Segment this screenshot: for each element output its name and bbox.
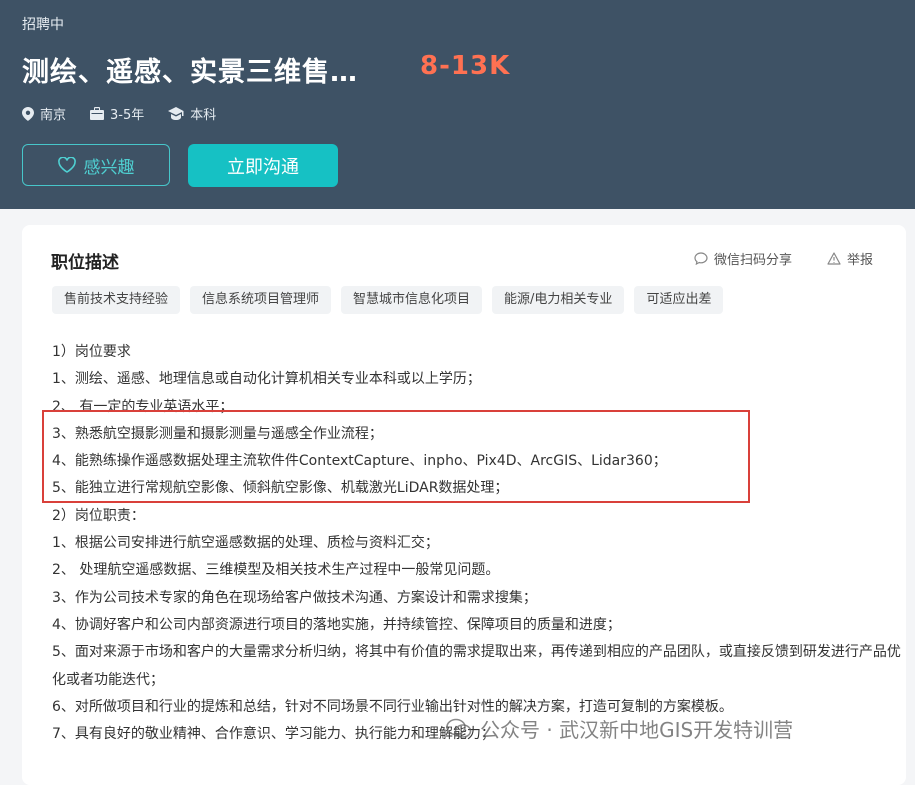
location-item: 南京	[22, 104, 66, 123]
experience-item: 3-5年	[90, 104, 144, 123]
description-line: 2、 处理航空遥感数据、三维模型及相关技术生产过程中一般常见问题。	[52, 562, 500, 579]
interested-label: 感兴趣	[83, 157, 135, 178]
skill-tag: 信息系统项目管理师	[190, 286, 332, 314]
job-title: 测绘、遥感、实景三维售…	[22, 57, 358, 88]
location-pin-icon	[22, 106, 34, 121]
share-label: 微信扫码分享	[714, 253, 793, 268]
skill-tag: 可适应出差	[634, 286, 724, 314]
description-line: 2）岗位职责：	[52, 507, 145, 524]
warning-icon	[827, 252, 841, 265]
report-link[interactable]: 举报	[827, 249, 873, 268]
skill-tag: 售前技术支持经验	[52, 286, 181, 314]
watermark-text: 公众号 · 武汉新中地GIS开发特训营	[480, 718, 794, 742]
highlight-box	[42, 410, 750, 503]
wechat-share-link[interactable]: 微信扫码分享	[694, 249, 792, 268]
section-title: 职位描述	[51, 253, 119, 273]
description-line: 1、根据公司安排进行航空遥感数据的处理、质检与资料汇交；	[52, 535, 439, 552]
description-text: 1）岗位要求 1、测绘、遥感、地理信息或自动化计算机相关专业本科或以上学历； 2…	[52, 339, 902, 748]
chat-now-button[interactable]: 立即沟通	[188, 144, 338, 187]
experience-text: 3-5年	[110, 108, 145, 123]
description-line: 5、面对来源于市场和客户的大量需求分析归纳，将其中有价值的需求提取出来，再传递到…	[52, 644, 901, 688]
status-label: 招聘中	[22, 17, 64, 33]
job-meta: 南京 3-5年 本科	[22, 104, 240, 123]
description-line: 1、测绘、遥感、地理信息或自动化计算机相关专业本科或以上学历；	[52, 371, 481, 388]
skill-tag: 能源/电力相关专业	[492, 286, 625, 314]
description-line: 1）岗位要求	[52, 344, 131, 360]
interested-button[interactable]: 感兴趣	[22, 144, 170, 186]
description-line: 3、作为公司技术专家的角色在现场给客户做技术沟通、方案设计和需求搜集；	[52, 589, 537, 606]
wechat-logo-icon	[446, 718, 472, 738]
education-item: 本科	[168, 104, 216, 123]
report-label: 举报	[847, 253, 874, 268]
job-header: 招聘中 测绘、遥感、实景三维售… 8-13K 南京 3-5年 本科 感兴趣 立即…	[0, 0, 915, 209]
wechat-watermark: 公众号 · 武汉新中地GIS开发特训营	[446, 714, 793, 743]
heart-icon	[57, 157, 76, 173]
chat-bubble-icon	[694, 252, 708, 265]
location-text: 南京	[40, 108, 67, 123]
salary: 8-13K	[420, 51, 511, 81]
education-text: 本科	[190, 108, 217, 123]
description-line: 4、协调好客户和公司内部资源进行项目的落地实施，并持续管控、保障项目的质量和进度…	[52, 616, 621, 633]
skill-tag: 智慧城市信息化项目	[341, 286, 483, 314]
job-description-card: 职位描述 微信扫码分享 举报 售前技术支持经验 信息系统项目管理师 智慧城市信息…	[22, 225, 906, 785]
graduation-cap-icon	[168, 107, 184, 120]
skill-tags: 售前技术支持经验 信息系统项目管理师 智慧城市信息化项目 能源/电力相关专业 可…	[52, 286, 733, 314]
briefcase-icon	[90, 107, 105, 120]
